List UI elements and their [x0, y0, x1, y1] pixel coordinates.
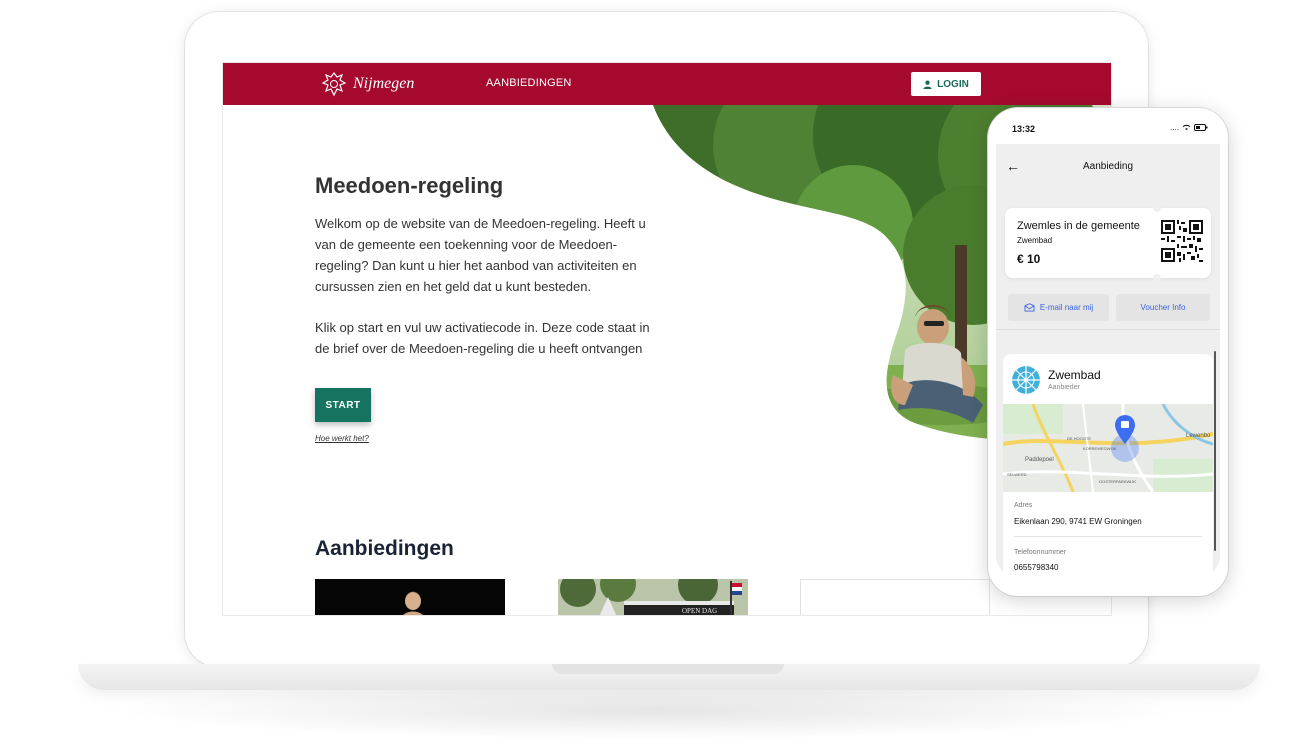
email-voucher-label: E-mail naar mij [1039, 303, 1094, 312]
laptop-notch [552, 664, 784, 674]
detail-divider [1014, 536, 1202, 537]
nav-link-aanbiedingen[interactable]: AANBIEDINGEN [486, 77, 572, 89]
app-bar: ← Aanbieding [996, 144, 1220, 190]
top-navbar: Nijmegen AANBIEDINGEN LOGIN [223, 63, 1111, 105]
login-label: LOGIN [937, 78, 969, 90]
voucher-info-label: Voucher Info [1140, 303, 1186, 312]
start-button[interactable]: START [315, 388, 371, 422]
provider-card: Zwembad Aanbieder Paddepoel Lewenbo DE H… [1003, 354, 1213, 578]
qr-code [1161, 220, 1203, 262]
phone-mockup: 13:32 .... ← Aanbieding Zwemles in de ge… [988, 108, 1228, 596]
phone-value[interactable]: 0655798340 [1014, 563, 1059, 572]
battery-icon [1194, 124, 1208, 131]
voucher-ticket[interactable]: Zwemles in de gemeente Zwembad € 10 [1005, 204, 1211, 282]
address-label: Adres [1014, 502, 1033, 509]
status-time: 13:32 [1012, 124, 1036, 134]
crest-icon [321, 72, 347, 97]
hero-instruction-text: Klik op start en vul uw activatiecode in… [315, 320, 650, 356]
offer-image-1 [403, 591, 423, 615]
map-label-de-hoogte: DE HOOGTE [1067, 436, 1092, 441]
provider-logo [1012, 366, 1040, 394]
status-icons: .... [1170, 123, 1208, 132]
user-icon [923, 80, 932, 89]
voucher-title: Zwemles in de gemeente [1017, 220, 1140, 232]
map-label-paddepoel: Paddepoel [1025, 457, 1054, 463]
offer-card-2[interactable]: OPEN DAG [558, 579, 748, 615]
signal-icon: .... [1170, 123, 1179, 132]
status-bar: 13:32 .... [996, 116, 1220, 144]
section-divider [996, 329, 1220, 330]
offer-card-3[interactable] [800, 579, 990, 615]
hero-intro-text: Welkom op de website van de Meedoen-rege… [315, 216, 646, 294]
open-day-banner: OPEN DAG [682, 607, 718, 615]
laptop-screen: Nijmegen AANBIEDINGEN LOGIN Meedoen-rege… [222, 62, 1112, 616]
brand-logo[interactable]: Nijmegen [321, 70, 414, 98]
login-button[interactable]: LOGIN [911, 72, 981, 96]
voucher-info-button[interactable]: Voucher Info [1116, 294, 1210, 321]
offer-card-1[interactable] [315, 579, 505, 615]
provider-role: Aanbieder [1048, 384, 1080, 391]
ticket-notch-top [1153, 204, 1161, 212]
app-bar-title: Aanbieding [1082, 161, 1134, 172]
offer-image-2 [558, 579, 748, 615]
voucher-price: € 10 [1017, 252, 1041, 266]
phone-screen: 13:32 .... ← Aanbieding Zwemles in de ge… [996, 116, 1220, 578]
ticket-notch-bottom [1153, 274, 1161, 282]
voucher-subtitle: Zwembad [1017, 236, 1053, 245]
email-voucher-button[interactable]: E-mail naar mij [1008, 294, 1109, 321]
how-it-works-link[interactable]: Hoe werkt het? [315, 434, 369, 443]
map-label-oosterparkwijk: OOSTERPARKWIJK [1099, 479, 1137, 484]
offers-section-title: Aanbiedingen [315, 537, 454, 560]
address-value: Eikenlaan 290, 9741 EW Groningen [1014, 517, 1142, 526]
hero-title: Meedoen-regeling [315, 173, 504, 198]
map-label-lewenborg: Lewenbo [1186, 433, 1211, 439]
phone-label: Telefoonnummer [1014, 549, 1067, 556]
map-label-selwerd: SELWERD [1007, 472, 1027, 477]
scrollbar[interactable] [1214, 351, 1216, 551]
provider-name: Zwembad [1048, 368, 1101, 382]
brand-name: Nijmegen [353, 75, 415, 92]
mail-icon [1024, 303, 1035, 312]
map-label-korrewegwijk: KORREWEGWIJK [1083, 446, 1117, 451]
wifi-icon [1182, 124, 1191, 131]
